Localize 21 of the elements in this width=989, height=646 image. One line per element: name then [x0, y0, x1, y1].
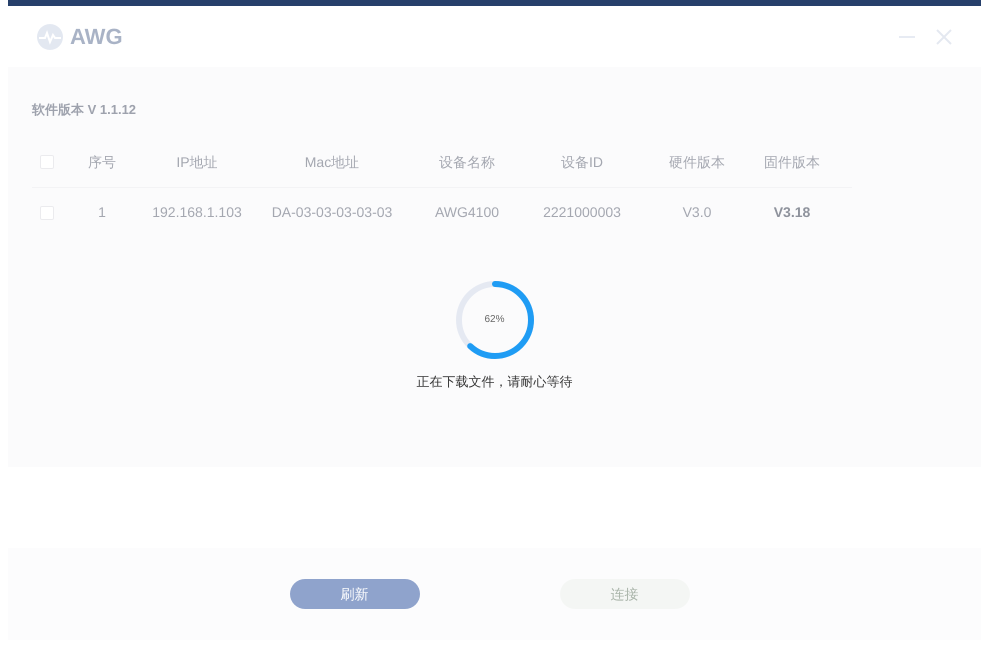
- column-header: 设备名称: [439, 152, 495, 172]
- column-header: 硬件版本: [669, 152, 725, 172]
- progress-reading: 62%: [484, 313, 504, 327]
- column-header: 序号: [88, 152, 116, 172]
- close-button[interactable]: [935, 28, 953, 46]
- table-cell-text: 192.168.1.103: [152, 203, 242, 222]
- table-cell-text: V3.0: [682, 203, 712, 222]
- table-cell-text: AWG4100: [434, 203, 500, 222]
- table-cell-text: 1: [98, 203, 106, 222]
- action-button[interactable]: 刷新: [290, 579, 420, 609]
- pulse-logo-icon: [36, 22, 64, 50]
- table-cell-text: 2221000003: [543, 203, 621, 222]
- column-header: 设备ID: [561, 152, 603, 172]
- table-cell-text: DA-03-03-03-03-03: [272, 203, 392, 222]
- column-header: 固件版本: [764, 152, 820, 172]
- column-header: Mac地址: [304, 152, 360, 172]
- column-header: IP地址: [176, 152, 218, 172]
- app-title: AWG: [70, 23, 123, 51]
- progress-message: 正在下载文件，请耐心等待: [416, 372, 572, 390]
- software-version: 软件版本 V 1.1.12: [32, 101, 136, 119]
- table-cell-text: V3.18: [774, 203, 810, 222]
